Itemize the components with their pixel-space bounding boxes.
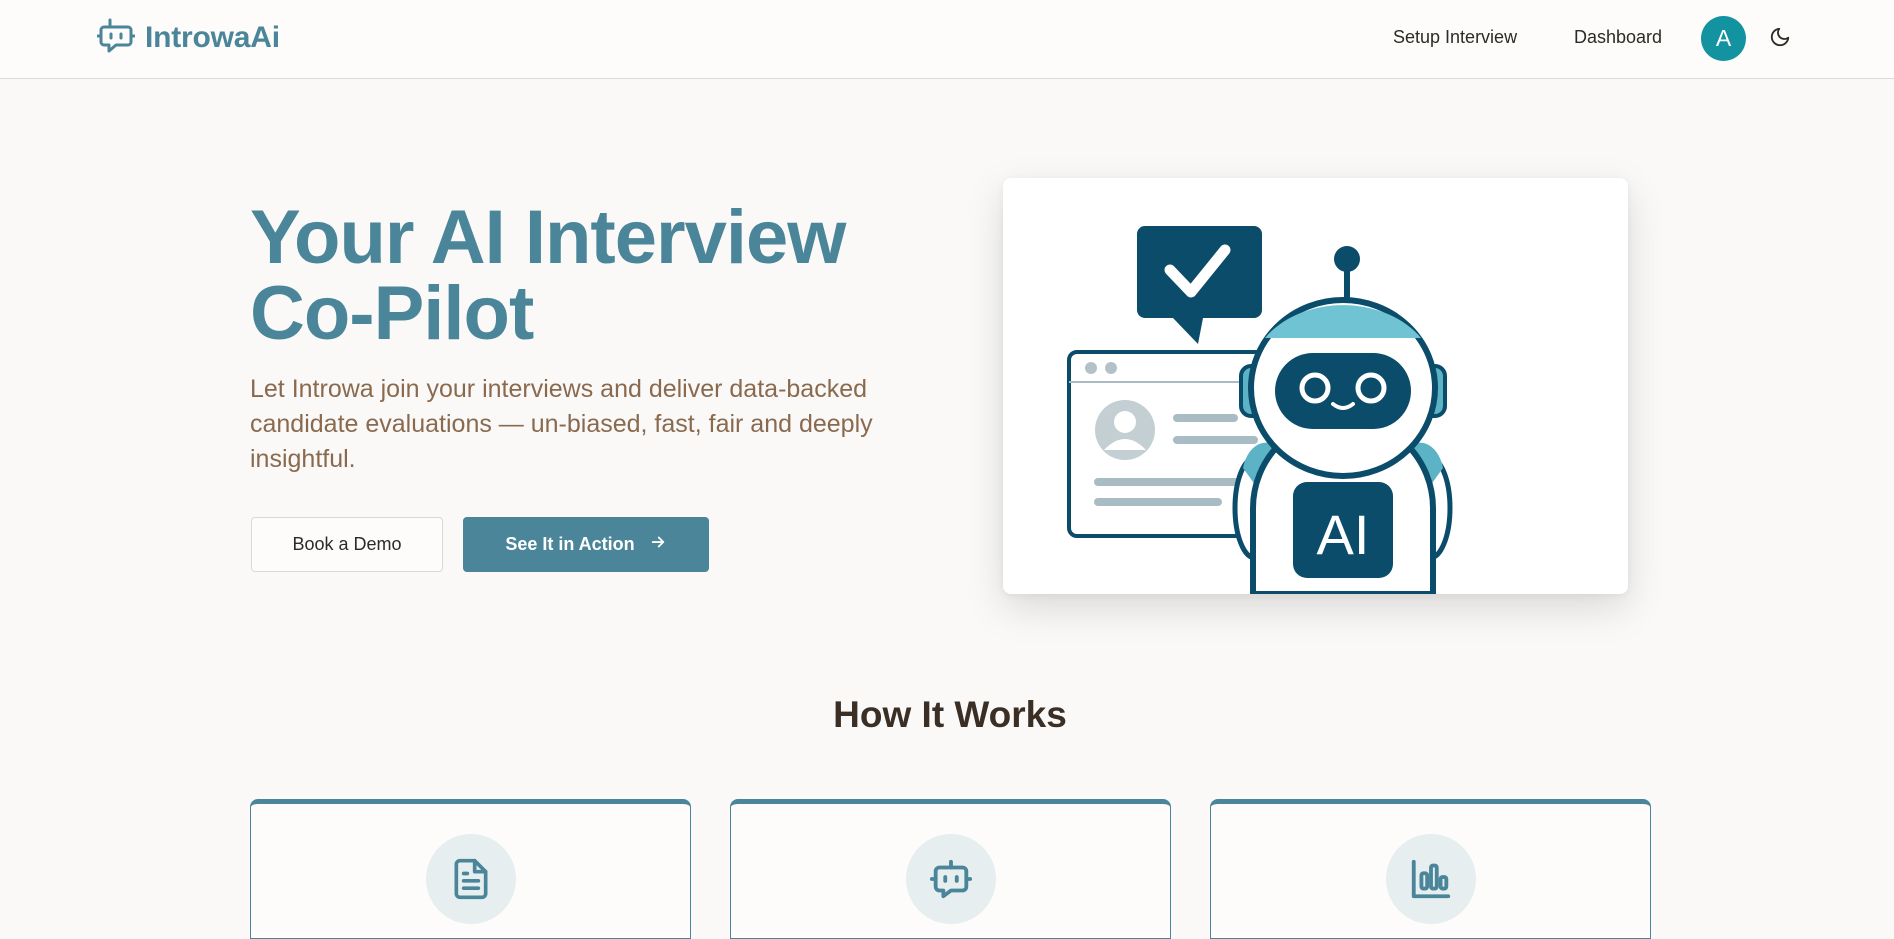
user-avatar[interactable]: A [1701,16,1746,61]
see-in-action-label: See It in Action [505,534,635,554]
top-navbar: IntrowaAi Setup Interview Dashboard A [0,0,1894,79]
brand-name: IntrowaAi [145,21,280,54]
check-bubble-icon [1137,226,1262,344]
document-icon [426,834,516,924]
robot-body-label: AI [1317,503,1370,566]
how-it-works-title: How It Works [833,694,1067,735]
see-in-action-button[interactable]: See It in Action [463,517,709,572]
nav-setup-interview[interactable]: Setup Interview [1393,27,1517,48]
nav-dashboard[interactable]: Dashboard [1574,27,1662,48]
hero-title: Your AI Interview Co-Pilot [250,200,950,352]
arrow-right-icon [649,533,667,556]
hero-illustration-card: AI [1003,178,1628,594]
hero-title-line-2: Co-Pilot [250,271,534,356]
bot-message-icon [96,17,136,60]
hero-subtitle: Let Introwa join your interviews and del… [250,375,873,473]
brand-logo[interactable]: IntrowaAi [96,17,280,60]
hero-title-line-1: Your AI Interview [250,195,846,280]
step-card-1 [250,799,691,939]
step-card-3 [1210,799,1651,939]
bot-icon [906,834,996,924]
step-card-2 [730,799,1171,939]
bar-chart-icon [1386,834,1476,924]
moon-icon[interactable] [1769,26,1791,48]
robot-icon: AI [1232,246,1453,594]
robot-illustration: AI [1067,226,1453,594]
book-demo-button[interactable]: Book a Demo [251,517,443,572]
